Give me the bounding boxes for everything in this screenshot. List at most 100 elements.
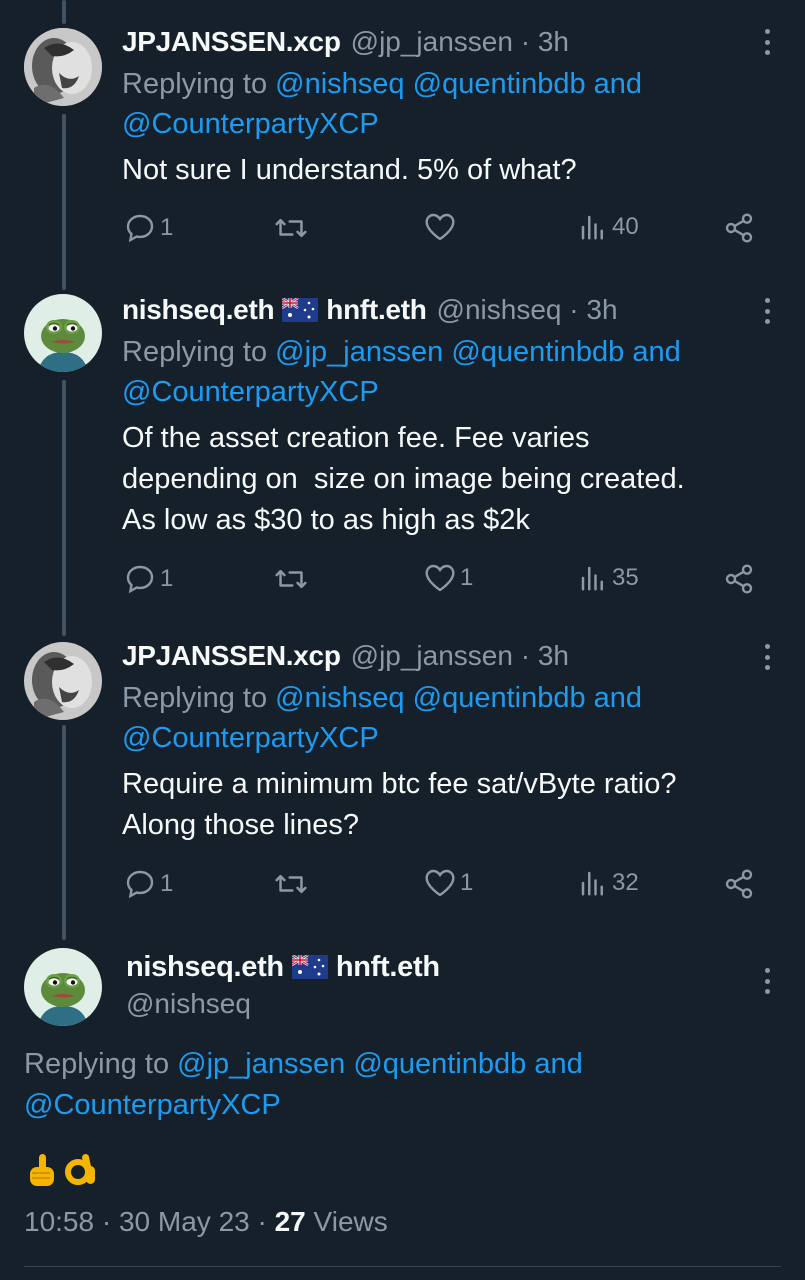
tweet-meta: 10:58 · 30 May 23 · 27 Views bbox=[24, 1206, 388, 1238]
display-name-suffix[interactable]: hnft.eth bbox=[336, 948, 440, 986]
australia-flag-icon bbox=[282, 298, 319, 322]
replying-to: Replying to @jp_janssen @quentinbdb and … bbox=[122, 332, 745, 412]
replying-to: Replying to @nishseq @quentinbdb and @Co… bbox=[122, 678, 745, 758]
tweet-text-line: Along those lines? bbox=[122, 809, 359, 841]
mention-link[interactable]: @nishseq bbox=[275, 682, 404, 714]
mention-link[interactable]: @CounterpartyXCP bbox=[24, 1089, 281, 1121]
tweet[interactable]: JPJANSSEN.xcp @jp_janssen · 3h Replying … bbox=[0, 0, 805, 280]
separator: · bbox=[520, 26, 538, 57]
share-icon bbox=[725, 564, 753, 594]
analytics-icon bbox=[581, 215, 603, 240]
avatar[interactable] bbox=[24, 948, 102, 1026]
mention-and[interactable]: and bbox=[594, 68, 642, 100]
views-count: 35 bbox=[612, 564, 639, 591]
mention-link[interactable]: @CounterpartyXCP bbox=[122, 722, 379, 754]
mention-link[interactable]: @nishseq bbox=[275, 68, 404, 100]
retweet-button[interactable] bbox=[274, 868, 312, 900]
tweet-text-line: As low as $30 to as high as $2k bbox=[122, 504, 530, 536]
tweet[interactable]: JPJANSSEN.xcp @jp_janssen · 3h Replying … bbox=[0, 630, 805, 930]
handle[interactable]: @nishseq bbox=[126, 988, 251, 1020]
display-name[interactable]: nishseq.eth bbox=[126, 948, 284, 986]
reply-button[interactable]: 1 bbox=[124, 212, 173, 244]
handle[interactable]: @jp_janssen bbox=[351, 26, 513, 57]
mention-link[interactable]: @jp_janssen bbox=[177, 1048, 345, 1080]
reply-button[interactable]: 1 bbox=[124, 868, 173, 900]
replying-label: Replying to bbox=[24, 1048, 170, 1080]
tweet-date[interactable]: 30 May 23 bbox=[119, 1206, 250, 1237]
more-options-icon[interactable] bbox=[757, 964, 777, 998]
reply-count: 1 bbox=[160, 565, 174, 592]
like-button[interactable]: 1 bbox=[424, 563, 473, 593]
share-icon bbox=[725, 869, 753, 899]
mention-and[interactable]: and bbox=[594, 682, 642, 714]
mention-link[interactable]: @CounterpartyXCP bbox=[122, 108, 379, 140]
divider bbox=[24, 1266, 781, 1267]
share-icon bbox=[725, 213, 753, 243]
views-label: Views bbox=[313, 1206, 388, 1237]
tweet-header: nishseq.eth hnft.eth @nishseq · 3h bbox=[122, 292, 745, 328]
share-button[interactable] bbox=[722, 212, 756, 244]
analytics-icon bbox=[581, 871, 603, 896]
mention-link[interactable]: @quentinbdb bbox=[413, 682, 586, 714]
reply-icon bbox=[126, 870, 154, 899]
mention-and[interactable]: and bbox=[632, 336, 680, 368]
mention-link[interactable]: @quentinbdb bbox=[451, 336, 624, 368]
timestamp[interactable]: 3h bbox=[538, 640, 569, 671]
share-button[interactable] bbox=[722, 868, 756, 900]
main-name-row: nishseq.eth hnft.eth bbox=[126, 948, 440, 986]
pepe-frog-avatar-icon bbox=[24, 948, 102, 1026]
reply-button[interactable]: 1 bbox=[124, 563, 173, 595]
handle[interactable]: @nishseq bbox=[437, 294, 562, 325]
tweet-text bbox=[26, 1152, 98, 1188]
retweet-button[interactable] bbox=[274, 212, 312, 244]
avatar[interactable] bbox=[24, 642, 102, 720]
separator: · bbox=[101, 1206, 112, 1237]
views-button[interactable]: 35 bbox=[578, 563, 639, 593]
tweet-header: JPJANSSEN.xcp @jp_janssen · 3h bbox=[122, 24, 745, 60]
display-name[interactable]: JPJANSSEN.xcp bbox=[122, 638, 341, 674]
tweet-time[interactable]: 10:58 bbox=[24, 1206, 94, 1237]
tweet[interactable]: nishseq.eth hnft.eth @nishseq · 3h Reply… bbox=[0, 280, 805, 630]
retweet-icon bbox=[275, 874, 307, 894]
heart-icon bbox=[425, 213, 455, 241]
reply-count: 1 bbox=[160, 870, 174, 897]
views-button[interactable]: 40 bbox=[578, 212, 639, 242]
more-options-icon[interactable] bbox=[757, 294, 777, 328]
avatar[interactable] bbox=[24, 294, 102, 372]
action-bar: 1 40 bbox=[122, 212, 762, 252]
like-button[interactable]: 1 bbox=[424, 868, 473, 898]
views-count: 40 bbox=[612, 213, 639, 240]
display-name[interactable]: JPJANSSEN.xcp bbox=[122, 24, 341, 60]
separator: · bbox=[520, 640, 538, 671]
mention-link[interactable]: @jp_janssen bbox=[275, 336, 443, 368]
reply-icon bbox=[126, 565, 154, 594]
like-button[interactable] bbox=[424, 212, 460, 242]
handle[interactable]: @jp_janssen bbox=[351, 640, 513, 671]
replying-label: Replying to bbox=[122, 682, 268, 714]
display-name-suffix[interactable]: hnft.eth bbox=[326, 292, 427, 328]
replying-to: Replying to @nishseq @quentinbdb and @Co… bbox=[122, 64, 745, 144]
heart-icon bbox=[425, 869, 455, 897]
more-options-icon[interactable] bbox=[757, 25, 777, 59]
point-up-emoji-icon bbox=[30, 1154, 54, 1186]
retweet-button[interactable] bbox=[274, 563, 312, 595]
mention-link[interactable]: @quentinbdb bbox=[413, 68, 586, 100]
views-button[interactable]: 32 bbox=[578, 868, 639, 898]
display-name[interactable]: nishseq.eth bbox=[122, 292, 275, 328]
heart-icon bbox=[425, 564, 455, 592]
bw-portrait-avatar-icon bbox=[24, 642, 102, 720]
timestamp[interactable]: 3h bbox=[538, 26, 569, 57]
avatar[interactable] bbox=[24, 28, 102, 106]
tweet-text-line: depending on size on image being created… bbox=[122, 463, 685, 495]
views-count: 32 bbox=[612, 869, 639, 896]
mention-and[interactable]: and bbox=[534, 1048, 582, 1080]
mention-link[interactable]: @CounterpartyXCP bbox=[122, 376, 379, 408]
share-button[interactable] bbox=[722, 563, 756, 595]
mention-link[interactable]: @quentinbdb bbox=[353, 1048, 526, 1080]
timestamp[interactable]: 3h bbox=[586, 294, 617, 325]
tweet-header: JPJANSSEN.xcp @jp_janssen · 3h bbox=[122, 638, 745, 674]
more-options-icon[interactable] bbox=[757, 640, 777, 674]
ok-hand-emoji-icon bbox=[65, 1153, 95, 1185]
tweet-text: Of the asset creation fee. Fee varies de… bbox=[122, 418, 745, 541]
tweet-text: Require a minimum btc fee sat/vByte rati… bbox=[122, 764, 745, 846]
